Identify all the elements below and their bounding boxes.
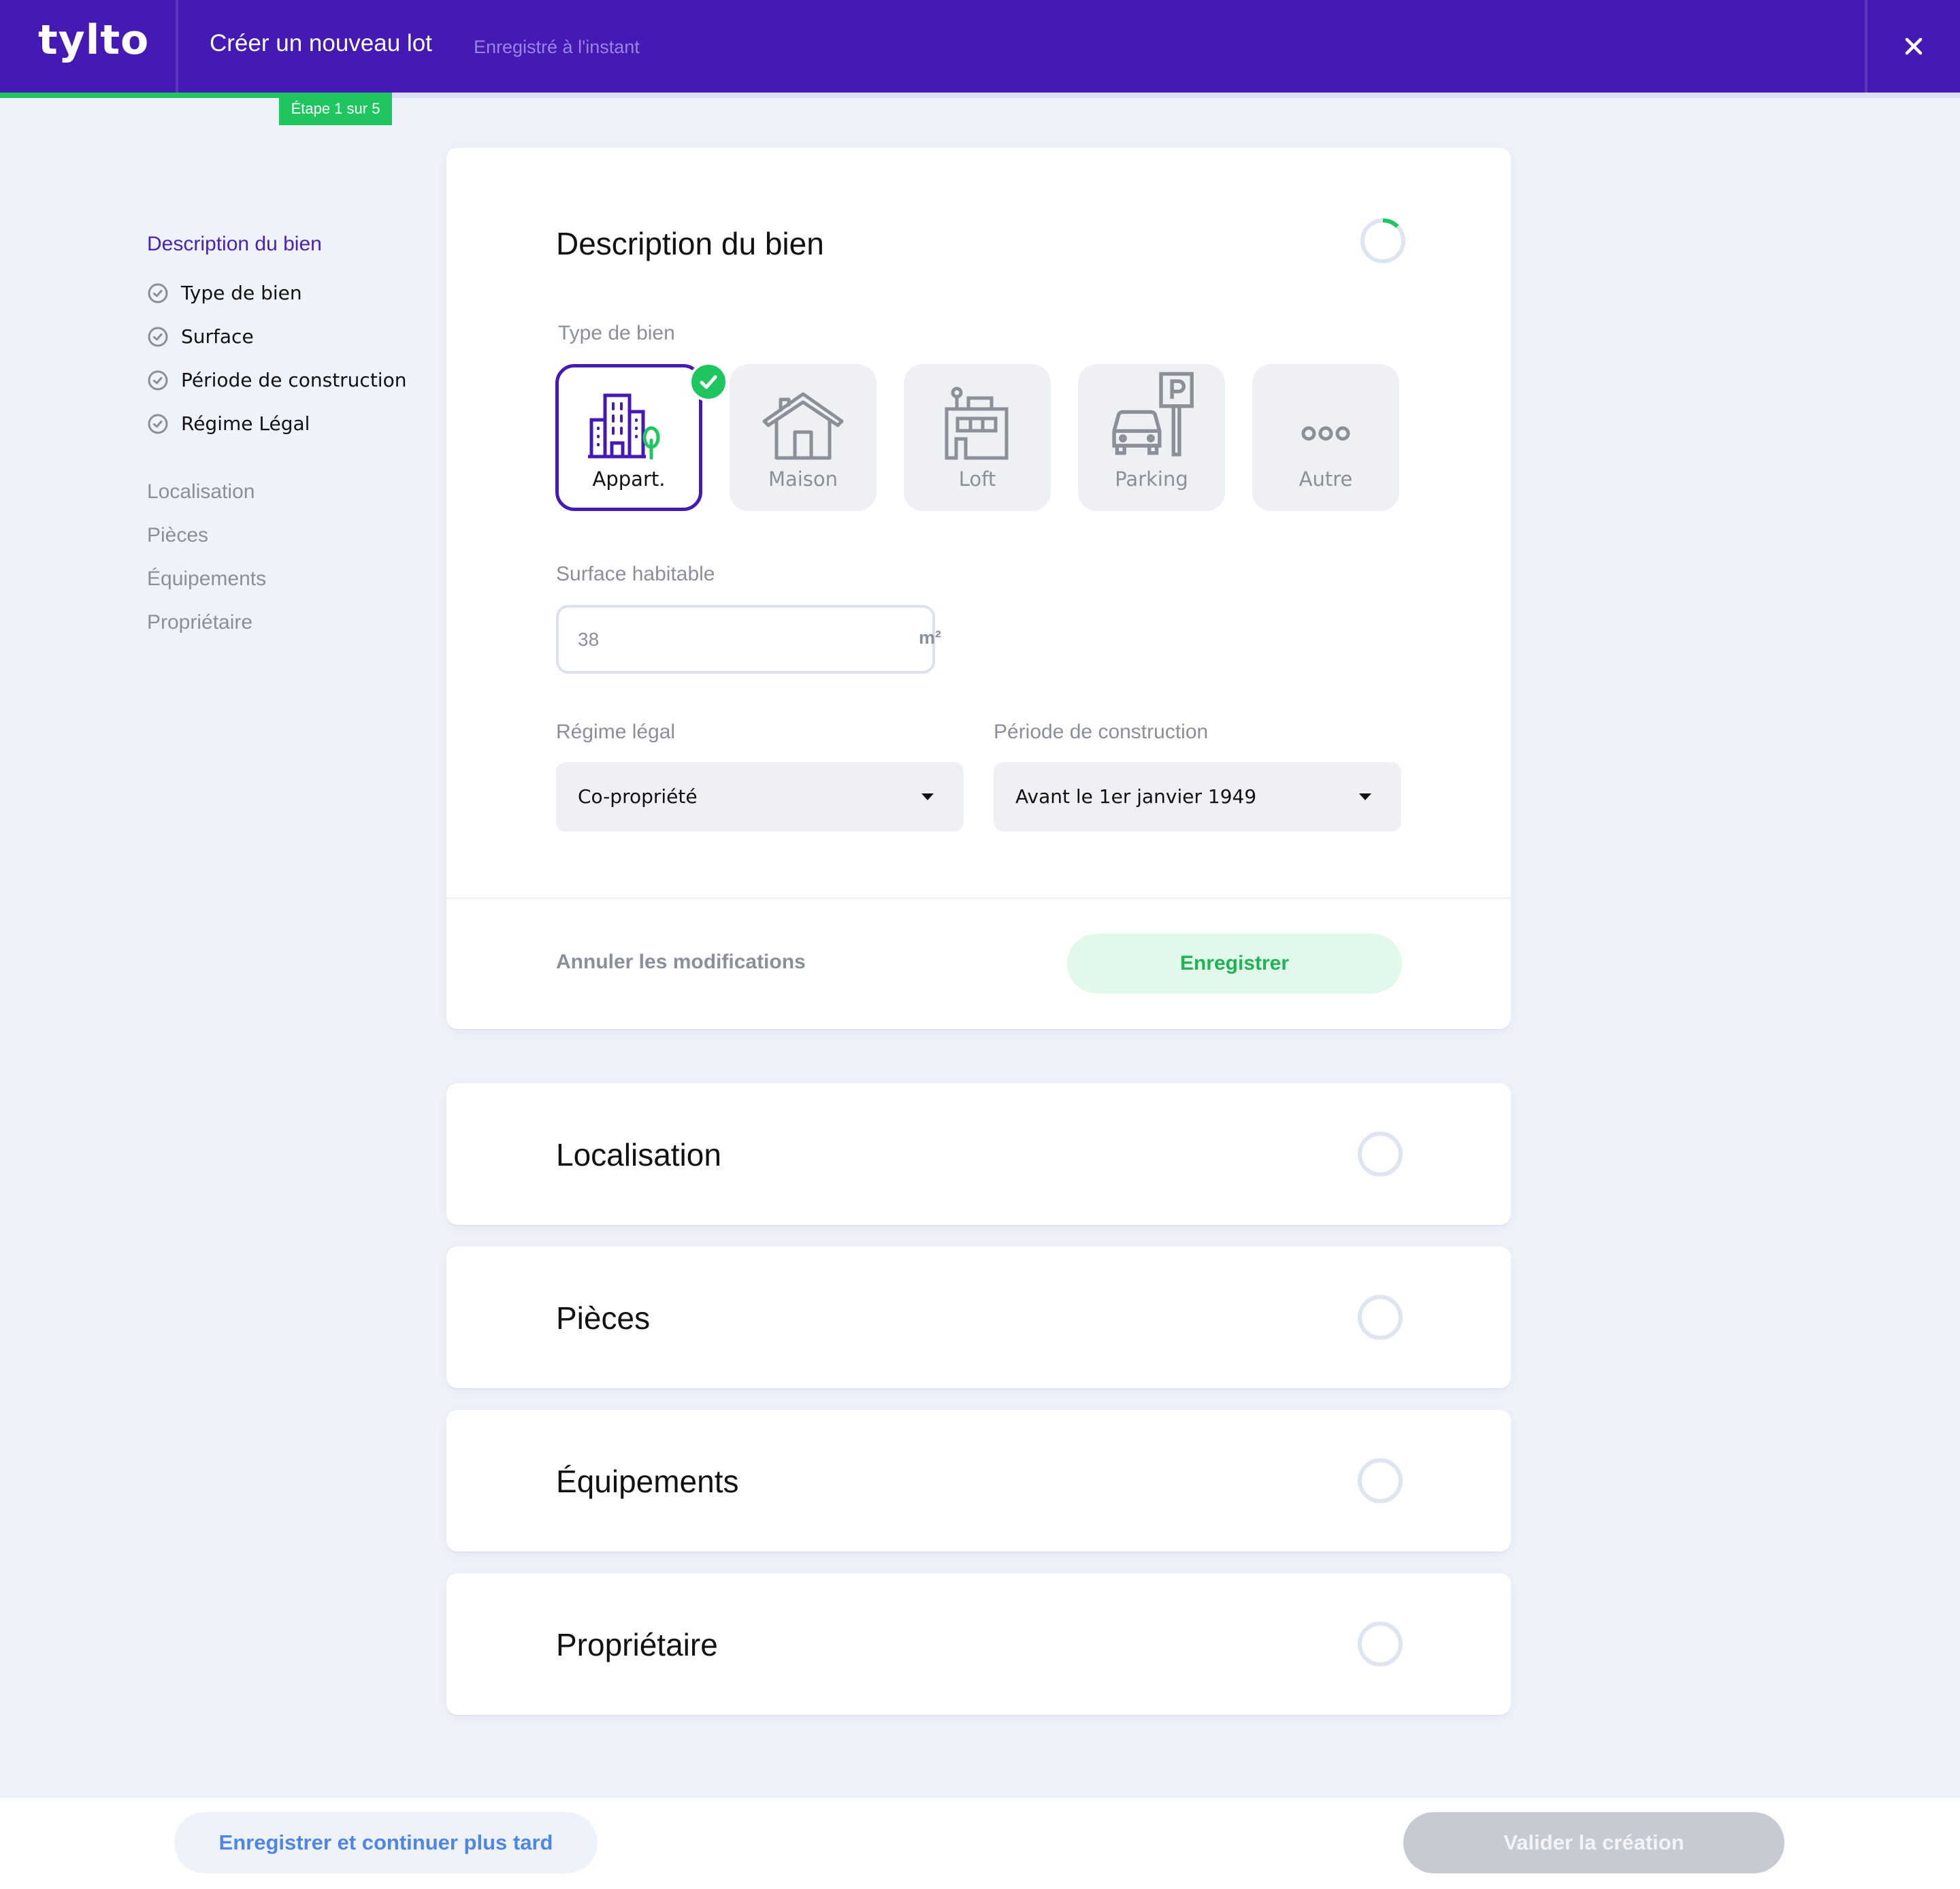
type-label: Type de bien <box>558 322 675 344</box>
section-card-localisation[interactable]: Localisation <box>446 1083 1511 1225</box>
save-status: Enregistré à l'instant <box>474 37 640 57</box>
top-bar: tylto Créer un nouveau lot Enregistré à … <box>0 0 1960 93</box>
progress-ring-icon <box>1358 1622 1403 1666</box>
surface-field[interactable] <box>556 605 935 674</box>
sidebar-subitem-periode[interactable]: Période de construction <box>147 369 406 391</box>
progress-ring-icon <box>1358 1295 1403 1340</box>
sidebar-item-proprietaire[interactable]: Propriétaire <box>147 611 252 634</box>
type-option-autre[interactable]: Autre <box>1252 364 1399 511</box>
sidebar-item-localisation[interactable]: Localisation <box>147 480 255 504</box>
surface-unit: m² <box>919 627 941 648</box>
type-option-appart[interactable]: Appart. <box>555 364 702 511</box>
section-card-pieces[interactable]: Pièces <box>446 1247 1511 1388</box>
type-option-label: Autre <box>1298 467 1353 491</box>
periode-label: Période de construction <box>994 721 1209 743</box>
section-card-equipements[interactable]: Équipements <box>446 1410 1511 1551</box>
regime-label: Régime légal <box>556 721 676 743</box>
header-divider-right <box>1865 0 1867 93</box>
cancel-changes-link[interactable]: Annuler les modifications <box>556 951 806 974</box>
progress-ring-icon <box>1360 218 1405 263</box>
house-icon <box>762 392 844 460</box>
close-button[interactable] <box>1895 27 1933 65</box>
save-continue-later-button[interactable]: Enregistrer et continuer plus tard <box>174 1812 598 1873</box>
caret-down-icon <box>921 793 934 800</box>
check-circle-icon <box>148 370 168 390</box>
parking-car-icon <box>1112 372 1194 457</box>
check-circle-icon <box>148 414 168 433</box>
header-divider <box>176 0 178 93</box>
sidebar-item-equipements[interactable]: Équipements <box>147 568 266 591</box>
surface-label: Surface habitable <box>556 563 715 585</box>
step-badge: Étape 1 sur 5 <box>279 93 392 125</box>
section-title: Équipements <box>556 1464 739 1499</box>
section-title: Pièces <box>556 1300 651 1336</box>
type-option-label: Maison <box>768 467 838 491</box>
surface-input[interactable] <box>578 608 864 671</box>
apartment-building-icon <box>588 393 660 460</box>
caret-down-icon <box>1359 793 1371 800</box>
page-title: Créer un nouveau lot <box>210 30 432 56</box>
description-card: Description du bien Type de bien Appart.… <box>446 148 1511 1029</box>
sidebar-subitem-label: Type de bien <box>181 282 302 304</box>
sidebar-item-description[interactable]: Description du bien <box>147 233 322 256</box>
type-option-maison[interactable]: Maison <box>730 364 877 511</box>
section-title: Propriétaire <box>556 1627 718 1662</box>
close-icon <box>1905 37 1923 55</box>
regime-select[interactable]: Co-propriété <box>556 762 964 832</box>
card-title: Description du bien <box>556 226 824 261</box>
type-option-label: Loft <box>958 467 996 491</box>
sidebar-subitem-label: Période de construction <box>181 369 407 391</box>
sidebar-subitem-surface[interactable]: Surface <box>147 325 254 348</box>
sidebar-subitem-regime[interactable]: Régime Légal <box>147 412 310 435</box>
more-dots-icon <box>1301 426 1350 441</box>
section-card-proprietaire[interactable]: Propriétaire <box>446 1573 1511 1715</box>
checkmark-icon <box>700 375 717 389</box>
type-option-label: Parking <box>1115 467 1188 491</box>
selected-check-badge <box>689 362 728 401</box>
regime-select-value: Co-propriété <box>578 785 698 808</box>
save-button[interactable]: Enregistrer <box>1067 934 1402 993</box>
sidebar-subitem-type[interactable]: Type de bien <box>147 282 302 304</box>
progress-ring-icon <box>1358 1132 1403 1177</box>
progress-fill <box>0 93 280 98</box>
footer-bar: Enregistrer et continuer plus tard Valid… <box>0 1798 1960 1889</box>
progress-ring-icon <box>1358 1458 1403 1503</box>
periode-select[interactable]: Avant le 1er janvier 1949 <box>994 762 1401 832</box>
sidebar-subitem-label: Régime Légal <box>181 412 310 435</box>
type-option-loft[interactable]: Loft <box>904 364 1051 511</box>
type-option-parking[interactable]: Parking <box>1078 364 1225 511</box>
loft-building-icon <box>945 387 1009 460</box>
card-divider <box>446 898 1511 899</box>
check-circle-icon <box>148 327 168 346</box>
type-option-label: Appart. <box>592 467 666 491</box>
periode-select-value: Avant le 1er janvier 1949 <box>1015 785 1257 808</box>
tylto-logo[interactable]: tylto <box>38 16 149 64</box>
sidebar-item-pieces[interactable]: Pièces <box>147 524 208 547</box>
check-circle-icon <box>148 283 168 303</box>
sidebar-subitem-label: Surface <box>181 325 254 348</box>
validate-creation-button[interactable]: Valider la création <box>1403 1812 1784 1873</box>
section-title: Localisation <box>556 1137 721 1172</box>
